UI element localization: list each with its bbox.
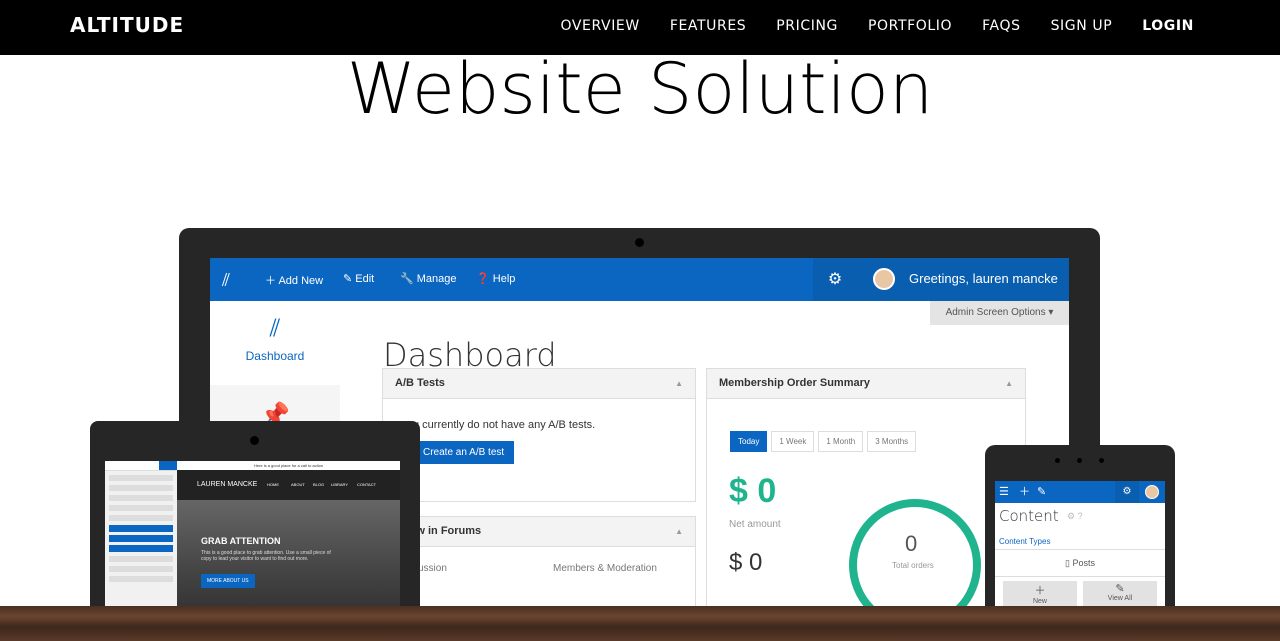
preview-nav-about[interactable]: ABOUT bbox=[291, 470, 305, 500]
tab-1-month[interactable]: 1 Month bbox=[818, 431, 864, 452]
panel-title: Membership Order Summary bbox=[719, 377, 870, 389]
orders-label: Total orders bbox=[892, 561, 934, 570]
wp-logo-icon[interactable]: ⫽ bbox=[222, 270, 230, 291]
collapse-caret-icon[interactable]: ▲ bbox=[675, 517, 683, 546]
nav-login[interactable]: LOGIN bbox=[1142, 18, 1194, 34]
wood-surface bbox=[0, 606, 1280, 641]
widget-item[interactable] bbox=[109, 525, 173, 532]
save-button[interactable] bbox=[159, 461, 177, 470]
collapse-caret-icon[interactable]: ▲ bbox=[1005, 369, 1013, 398]
nav-sign-up[interactable]: SIGN UP bbox=[1051, 18, 1113, 34]
forums-column-2: Members & Moderation bbox=[553, 563, 657, 574]
widget-item[interactable] bbox=[109, 535, 173, 542]
preview-nav-blog[interactable]: BLOG bbox=[313, 470, 324, 500]
list-item bbox=[109, 515, 173, 521]
settings-gear-icon[interactable]: ⚙ bbox=[1115, 481, 1139, 503]
more-about-us-button[interactable]: MORE ABOUT US bbox=[201, 574, 255, 588]
preview-nav: LAUREN MANCKE HOME ABOUT BLOG LIBRARY CO… bbox=[177, 470, 400, 500]
widget-item[interactable] bbox=[109, 545, 173, 552]
new-post-button[interactable]: ＋ New bbox=[1003, 581, 1077, 609]
add-new-button[interactable]: ＋ Add New bbox=[265, 272, 323, 288]
period-tabs: Today 1 Week 1 Month 3 Months bbox=[730, 431, 920, 452]
add-icon[interactable]: ＋ bbox=[1019, 481, 1030, 503]
help-button[interactable]: ❓ Help bbox=[476, 272, 515, 285]
avatar[interactable] bbox=[1145, 485, 1159, 499]
list-item bbox=[109, 556, 173, 562]
user-greeting[interactable]: Greetings, lauren mancke bbox=[857, 258, 1069, 301]
settings-gear-icon[interactable]: ⚙ bbox=[813, 258, 857, 301]
plus-icon: ＋ bbox=[1034, 585, 1046, 597]
avatar bbox=[873, 268, 895, 290]
collapse-caret-icon[interactable]: ▲ bbox=[675, 369, 683, 398]
manage-button[interactable]: 🔧 Manage bbox=[400, 272, 457, 285]
phone-sensors bbox=[1055, 458, 1105, 466]
membership-panel: Membership Order Summary ▲ Today 1 Week 1… bbox=[706, 368, 1026, 628]
sidebar-item-label: Dashboard bbox=[245, 349, 305, 363]
edit-icon[interactable]: ✎ bbox=[1037, 481, 1046, 503]
main-nav: OVERVIEW FEATURES PRICING PORTFOLIO FAQS… bbox=[560, 18, 1194, 34]
camera-dot bbox=[635, 238, 644, 247]
net-amount-label: Net amount bbox=[729, 519, 781, 530]
ab-empty-text: u currently do not have any A/B tests. bbox=[413, 419, 596, 431]
preview-nav-contact[interactable]: CONTACT bbox=[357, 470, 376, 500]
view-all-label: View All bbox=[1107, 595, 1133, 602]
customizer-top bbox=[105, 461, 177, 471]
top-navigation-bar: ALTITUDE OVERVIEW FEATURES PRICING PORTF… bbox=[0, 0, 1280, 55]
pencil-icon: ✎ bbox=[1115, 583, 1125, 595]
sidebar-item-dashboard[interactable]: ⫽ Dashboard bbox=[210, 301, 340, 385]
view-all-button[interactable]: ✎ View All bbox=[1083, 581, 1157, 609]
panel-header[interactable]: Membership Order Summary ▲ bbox=[707, 369, 1025, 399]
new-label: New bbox=[1032, 598, 1047, 605]
list-item bbox=[109, 495, 173, 501]
preview-nav-library[interactable]: LIBRARY bbox=[331, 470, 348, 500]
camera-dot bbox=[250, 436, 259, 445]
preview-body: This is a good place to grab attention. … bbox=[201, 550, 331, 562]
phone-page-title: Content bbox=[999, 507, 1059, 525]
list-item bbox=[109, 576, 173, 582]
menu-icon[interactable]: ☰ bbox=[999, 481, 1009, 503]
ab-tests-panel: A/B Tests ▲ u currently do not have any A… bbox=[382, 368, 696, 502]
list-item bbox=[109, 485, 173, 491]
edit-label: Edit bbox=[355, 273, 375, 285]
list-item bbox=[109, 475, 173, 481]
help-label: Help bbox=[492, 273, 516, 285]
screen-options-label: Admin Screen Options bbox=[945, 307, 1046, 318]
tab-today[interactable]: Today bbox=[730, 431, 768, 452]
nav-overview[interactable]: OVERVIEW bbox=[560, 18, 639, 34]
tablet-mockup: Here is a good place for a call to actio… bbox=[90, 421, 420, 631]
posts-label: Posts bbox=[1072, 558, 1095, 568]
greeting-text: Greetings, lauren mancke bbox=[909, 271, 1058, 286]
net-amount-value: $ 0 bbox=[729, 472, 777, 510]
nav-faqs[interactable]: FAQS bbox=[982, 18, 1020, 34]
preview-header: Here is a good place for a call to actio… bbox=[177, 461, 400, 470]
add-new-label: Add New bbox=[278, 275, 324, 287]
list-item bbox=[109, 505, 173, 511]
orders-count: 0 bbox=[905, 531, 918, 556]
phone-admin-bar: ☰ ＋ ✎ ⚙ bbox=[995, 481, 1165, 503]
create-ab-test-button[interactable]: Create an A/B test bbox=[413, 441, 515, 464]
brand-logo[interactable]: ALTITUDE bbox=[70, 13, 184, 37]
preview-site-name[interactable]: LAUREN MANCKE bbox=[197, 481, 257, 488]
second-amount-value: $ 0 bbox=[729, 549, 763, 576]
nav-features[interactable]: FEATURES bbox=[670, 18, 746, 34]
hero-title: Website Solution bbox=[346, 48, 934, 130]
nav-portfolio[interactable]: PORTFOLIO bbox=[868, 18, 952, 34]
panel-header[interactable]: t Now in Forums ▲ bbox=[383, 517, 695, 547]
edit-button[interactable]: ✎ Edit bbox=[343, 272, 374, 285]
nav-pricing[interactable]: PRICING bbox=[776, 18, 838, 34]
dashboard-icon: ⫽ bbox=[269, 315, 281, 342]
preview-nav-home[interactable]: HOME bbox=[267, 470, 279, 500]
list-item bbox=[109, 566, 173, 572]
gear-help-icons[interactable]: ⚙ ? bbox=[1067, 511, 1083, 522]
admin-bar: ⫽ ＋ Add New ✎ Edit 🔧 Manage ❓ Help ⚙ Gre… bbox=[210, 258, 1069, 301]
tab-1-week[interactable]: 1 Week bbox=[771, 431, 815, 452]
posts-item[interactable]: ▯ Posts bbox=[995, 549, 1165, 577]
content-types-link[interactable]: Content Types bbox=[999, 537, 1050, 546]
panel-header[interactable]: A/B Tests ▲ bbox=[383, 369, 695, 399]
tab-3-months[interactable]: 3 Months bbox=[867, 431, 917, 452]
manage-label: Manage bbox=[416, 273, 457, 285]
panel-title: A/B Tests bbox=[395, 377, 445, 389]
preview-heading: GRAB ATTENTION bbox=[201, 536, 281, 546]
screen-options-toggle[interactable]: Admin Screen Options ▾ bbox=[930, 301, 1069, 325]
